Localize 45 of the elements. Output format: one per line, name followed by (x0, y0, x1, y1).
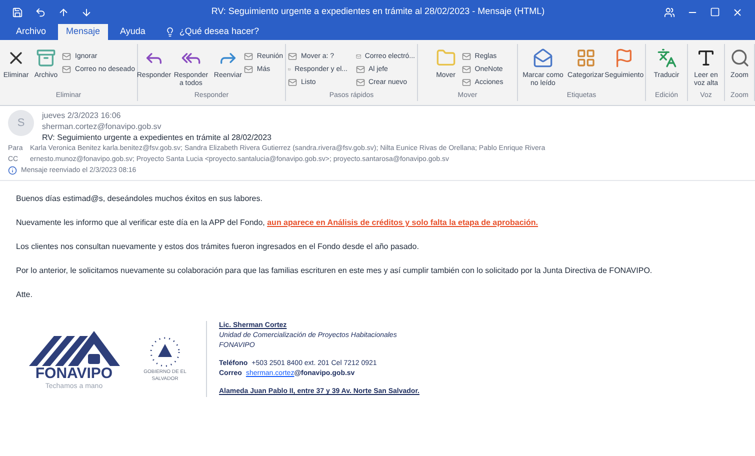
mail-icon (356, 52, 361, 61)
tell-me-field[interactable]: ¿Qué desea hacer? (157, 24, 288, 40)
ribbon-tab[interactable]: Archivo (8, 24, 54, 40)
close-icon[interactable] (732, 6, 743, 18)
body-paragraph: Los clientes nos consultan nuevamente y estos dos trámites fueron ingresados en el Fondo desde el año pasado. (16, 241, 420, 253)
flag-icon (614, 48, 634, 68)
save-icon[interactable] (12, 6, 23, 18)
search-icon (730, 48, 750, 68)
open-envelope-icon (533, 48, 553, 68)
people-icon[interactable] (664, 6, 675, 18)
up-arrow-icon[interactable] (58, 6, 69, 18)
body-paragraph: Por lo anterior, le solicitamos nuevamente su colaboración para que las familias escrituren en este mes y así cumplir también con lo solicitado por la Junta Directiva de FONAVIPO. (16, 265, 654, 277)
body-paragraph: Atte. (16, 289, 34, 301)
mail-icon (244, 52, 253, 61)
body-paragraph: Buenos días estimad@s, deseándoles muchos éxitos en sus labores. (16, 193, 264, 205)
mail-icon (288, 78, 297, 87)
mail-icon (462, 65, 471, 74)
mail-icon (462, 78, 471, 87)
letter-icon (696, 48, 716, 68)
mail-icon (462, 52, 471, 61)
info-icon (8, 166, 17, 175)
body-paragraph: Nuevamente les informo que al verificar este día en la APP del Fondo, aun aparece en Análisis de créditos y solo falta la etapa de aprobación. (16, 217, 540, 229)
mail-icon (244, 65, 253, 74)
undo-icon[interactable] (35, 6, 46, 18)
archive-box-icon (36, 48, 56, 68)
mail-icon (288, 52, 297, 61)
ribbon-tab[interactable]: Ayuda (112, 24, 154, 40)
translate-icon (656, 48, 676, 68)
date-text: jueves 2/3/2023 16:06 (42, 110, 122, 121)
seal-icon (148, 334, 182, 368)
lightbulb-icon (165, 27, 176, 37)
down-arrow-icon[interactable] (81, 6, 92, 18)
mail-icon (356, 65, 364, 74)
folder-icon (436, 48, 456, 68)
mail-icon (62, 65, 72, 74)
mail-icon (356, 78, 364, 87)
grid-icon (576, 48, 596, 68)
mail-icon (62, 52, 72, 61)
window-title: RV: Seguimiento urgente a expedientes en trámite al 28/02/2023 - Mensaje (HTML) (210, 5, 546, 18)
ribbon-tab[interactable]: Mensaje (58, 24, 108, 40)
sender-text: sherman.cortez@fonavipo.gob.sv (42, 121, 162, 132)
avatar: S (8, 110, 34, 136)
logo-text: FONAVIPO (35, 366, 113, 382)
subject-text: RV: Seguimiento urgente a expedientes en trámite al 28/02/2023 (42, 132, 272, 143)
maximize-icon[interactable] (710, 7, 720, 17)
